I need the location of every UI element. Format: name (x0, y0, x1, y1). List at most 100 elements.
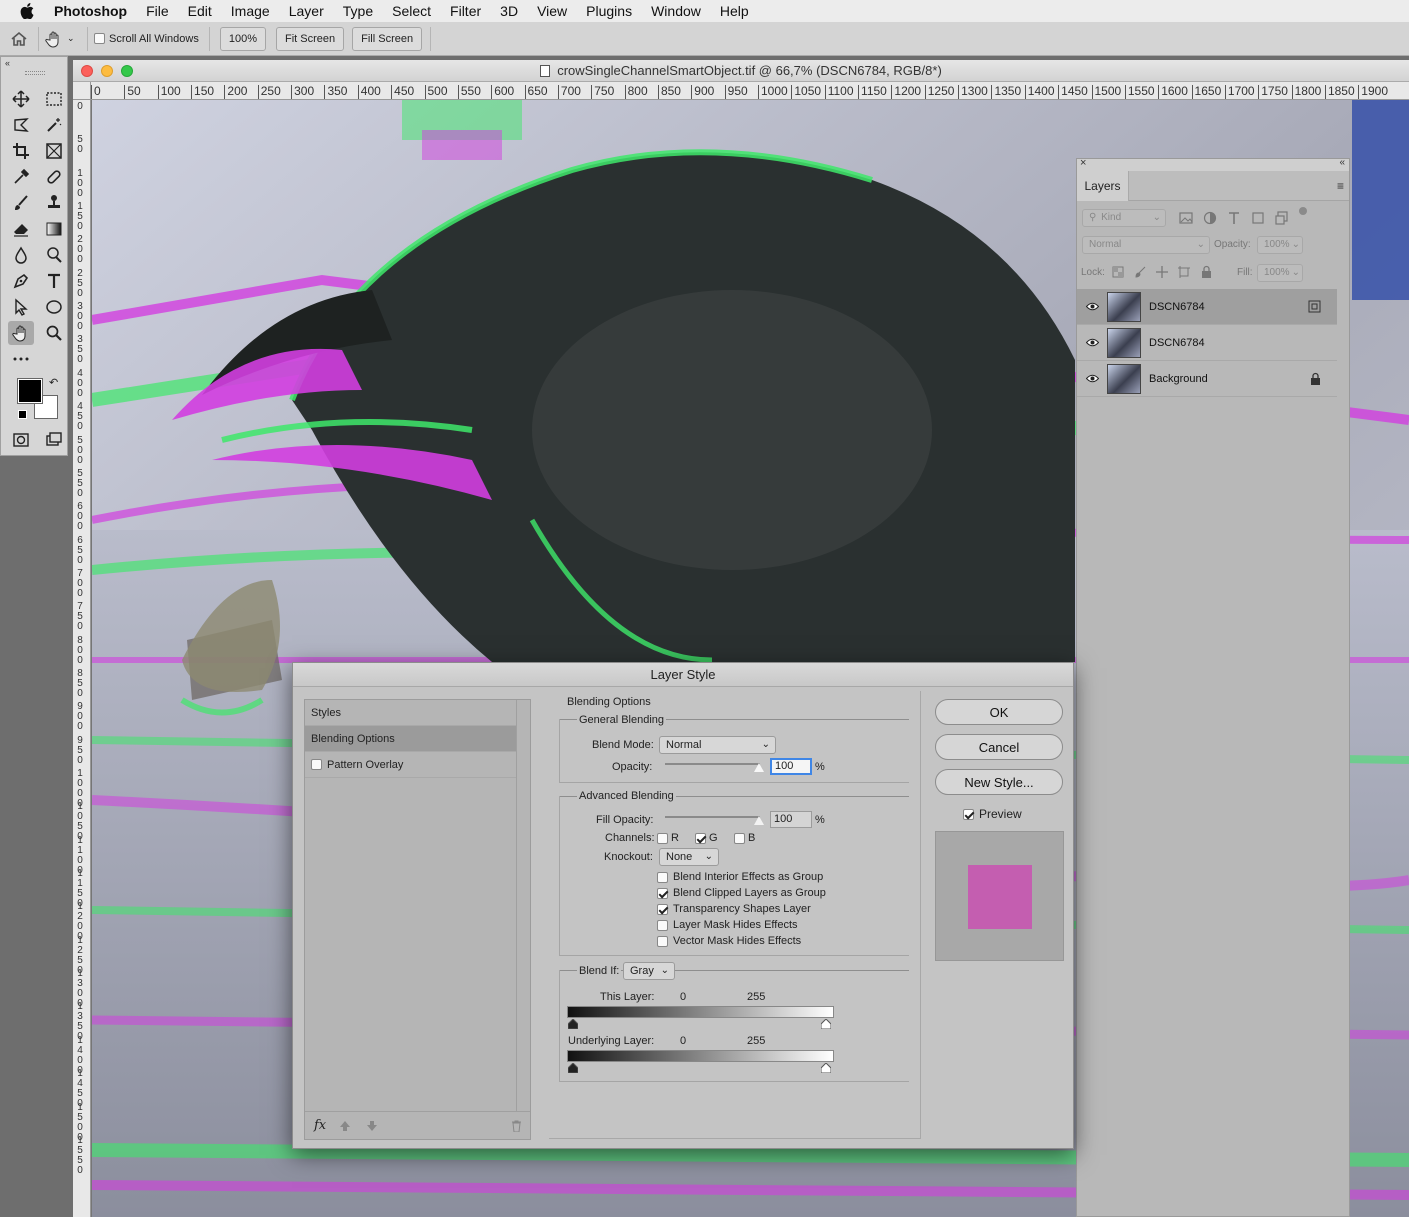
checkbox-box[interactable] (94, 33, 105, 44)
menu-select[interactable]: Select (392, 3, 431, 19)
lasso-tool-icon[interactable] (8, 113, 34, 137)
menu-edit[interactable]: Edit (188, 3, 212, 19)
channel-r-checkbox[interactable] (657, 833, 668, 844)
advanced-option-row[interactable]: Vector Mask Hides Effects (657, 935, 801, 947)
preview-checkbox[interactable] (963, 808, 974, 820)
apple-icon[interactable] (20, 3, 34, 19)
hand-tool-preset-icon[interactable]: ⌄ (45, 30, 87, 48)
menu-window[interactable]: Window (651, 3, 701, 19)
close-panel-icon[interactable]: × (1080, 157, 1086, 169)
menu-app-name[interactable]: Photoshop (54, 3, 127, 19)
opacity-slider[interactable] (665, 763, 760, 765)
styles-header-item[interactable]: Styles (305, 700, 516, 726)
tab-layers[interactable]: Layers (1077, 171, 1129, 201)
fill-opacity-slider[interactable] (665, 816, 760, 818)
underlying-layer-white-thumb[interactable] (821, 1063, 831, 1073)
collapse-panel-icon[interactable]: « (1339, 157, 1345, 168)
panel-menu-icon[interactable]: ≡ (1337, 179, 1344, 193)
lock-all-icon[interactable] (1201, 265, 1212, 278)
lock-icon[interactable] (1310, 372, 1321, 385)
advanced-option-checkbox[interactable] (657, 887, 668, 899)
trash-icon[interactable] (511, 1120, 522, 1132)
blend-mode-select[interactable]: Normal ⌄ (1082, 236, 1210, 254)
crop-tool-icon[interactable] (8, 139, 34, 163)
default-colors-icon[interactable] (18, 410, 27, 419)
menu-filter[interactable]: Filter (450, 3, 481, 19)
layer-thumbnail[interactable] (1107, 327, 1141, 358)
advanced-option-checkbox[interactable] (657, 903, 668, 915)
minimize-window-button[interactable] (101, 65, 113, 77)
zoom-window-button[interactable] (121, 65, 133, 77)
visibility-eye-icon[interactable] (1077, 302, 1107, 311)
fill-field[interactable]: 100% ⌄ (1257, 264, 1303, 282)
vertical-ruler[interactable]: 0 50 100 150 200 250 300 350 400 450 500 550 600 650 7… (73, 100, 91, 1217)
screen-mode-icon[interactable] (41, 428, 67, 452)
menu-3d[interactable]: 3D (500, 3, 518, 19)
blend-mode-select[interactable]: Normal ⌄ (659, 736, 776, 754)
eyedropper-tool-icon[interactable] (8, 165, 34, 189)
menu-plugins[interactable]: Plugins (586, 3, 632, 19)
ruler-origin[interactable] (73, 82, 91, 100)
new-style-button[interactable]: New Style... (935, 769, 1063, 795)
layer-name[interactable]: Background (1149, 373, 1208, 385)
layer-row[interactable]: DSCN6784 (1077, 325, 1337, 361)
fx-menu-button[interactable]: fx (314, 1118, 326, 1133)
eraser-tool-icon[interactable] (8, 217, 34, 241)
styles-scrollbar[interactable] (516, 700, 530, 1112)
more-tools-icon[interactable] (8, 347, 34, 371)
menu-view[interactable]: View (537, 3, 567, 19)
layer-thumbnail[interactable] (1107, 363, 1141, 394)
pixel-layer-filter-icon[interactable] (1179, 211, 1193, 225)
smart-object-filter-icon[interactable] (1275, 211, 1289, 225)
move-down-icon[interactable] (366, 1120, 378, 1132)
fill-screen-button[interactable]: Fill Screen (352, 26, 423, 51)
visibility-eye-icon[interactable] (1077, 374, 1107, 383)
underlying-layer-gradient[interactable] (567, 1050, 834, 1062)
advanced-option-checkbox[interactable] (657, 935, 668, 947)
quick-mask-icon[interactable] (8, 428, 34, 452)
knockout-select[interactable]: None ⌄ (659, 848, 719, 866)
lock-position-icon[interactable] (1156, 266, 1168, 278)
type-tool-icon[interactable] (41, 269, 67, 293)
advanced-option-checkbox[interactable] (657, 871, 668, 883)
layer-name[interactable]: DSCN6784 (1149, 301, 1205, 313)
brush-tool-icon[interactable] (8, 191, 34, 215)
ok-button[interactable]: OK (935, 699, 1063, 725)
lock-image-pixels-icon[interactable] (1134, 266, 1146, 278)
opacity-field[interactable]: 100% ⌄ (1257, 236, 1303, 254)
pen-tool-icon[interactable] (8, 269, 34, 293)
swap-colors-icon[interactable]: ↶ (49, 376, 58, 389)
shape-layer-filter-icon[interactable] (1251, 211, 1265, 225)
filter-toggle-icon[interactable] (1299, 207, 1307, 215)
filter-kind-select[interactable]: ⚲ Kind ⌄ (1082, 209, 1166, 227)
magic-wand-tool-icon[interactable] (41, 113, 67, 137)
dialog-title[interactable]: Layer Style (293, 663, 1073, 687)
panel-header[interactable]: × « (1077, 157, 1349, 171)
move-up-icon[interactable] (339, 1120, 351, 1132)
preview-toggle[interactable]: Preview (963, 807, 1022, 821)
visibility-eye-icon[interactable] (1077, 338, 1107, 347)
layer-row[interactable]: Background (1077, 361, 1337, 397)
fit-screen-button[interactable]: Fit Screen (276, 26, 345, 51)
advanced-option-row[interactable]: Blend Interior Effects as Group (657, 871, 823, 883)
gradient-tool-icon[interactable] (41, 217, 67, 241)
dodge-tool-icon[interactable] (41, 243, 67, 267)
advanced-option-row[interactable]: Blend Clipped Layers as Group (657, 887, 826, 899)
this-layer-white-thumb[interactable] (821, 1019, 831, 1029)
channel-g-checkbox[interactable] (695, 833, 706, 844)
advanced-option-row[interactable]: Transparency Shapes Layer (657, 903, 811, 915)
path-selection-tool-icon[interactable] (8, 295, 34, 319)
menu-help[interactable]: Help (720, 3, 749, 19)
fill-opacity-input[interactable]: 100 (770, 811, 812, 828)
menu-file[interactable]: File (146, 3, 169, 19)
opacity-slider-thumb[interactable] (754, 763, 764, 772)
advanced-option-checkbox[interactable] (657, 919, 668, 931)
hand-tool-icon[interactable] (8, 321, 34, 345)
move-tool-icon[interactable] (8, 87, 34, 111)
pattern-overlay-item[interactable]: Pattern Overlay (305, 752, 516, 778)
home-icon[interactable] (0, 31, 38, 47)
channel-b-checkbox[interactable] (734, 833, 745, 844)
pattern-overlay-checkbox[interactable] (311, 759, 322, 770)
this-layer-black-thumb[interactable] (568, 1019, 578, 1029)
this-layer-gradient[interactable] (567, 1006, 834, 1018)
